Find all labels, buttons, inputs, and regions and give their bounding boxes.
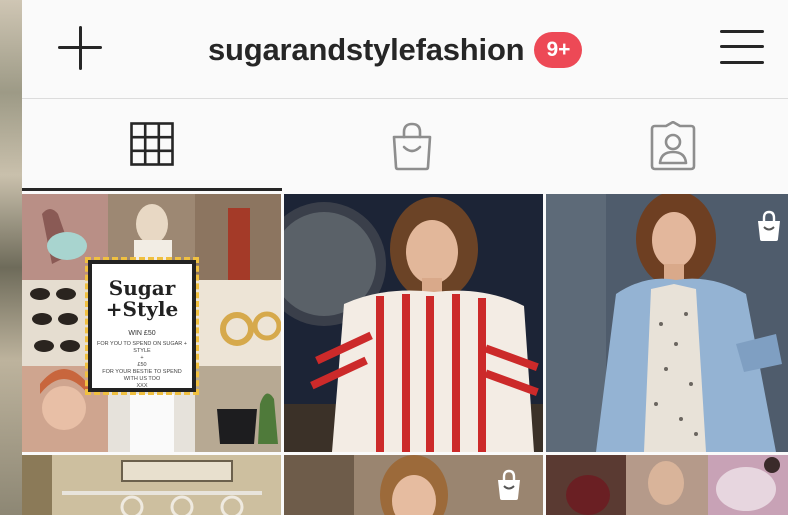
tab-posts-grid[interactable] [22,99,282,191]
post-portrait[interactable] [284,455,543,515]
shop-badge-icon [754,210,784,242]
shop-badge-icon [494,469,524,501]
post-bedroom[interactable] [22,455,281,515]
tab-tagged[interactable] [542,99,788,191]
account-switcher[interactable]: sugarandstylefashion 9+ [208,28,583,72]
post-striped-jumper[interactable] [284,194,543,452]
new-post-button[interactable] [56,24,104,72]
giveaway-details: FOR YOU TO SPEND ON SUGAR + STYLE + £50 … [96,341,187,389]
tagged-user-icon [648,121,698,171]
grid-icon [130,122,174,166]
giveaway-prize: WIN £50 [128,330,156,337]
post-giveaway[interactable]: Sugar +Style WIN £50 FOR YOU TO SPEND ON… [22,194,281,452]
post-blue-coat[interactable] [546,194,788,452]
active-tab-indicator [22,188,282,191]
profile-tabs [22,99,788,191]
post-image [284,194,543,452]
profile-header: sugarandstylefashion 9+ [22,0,788,99]
background-edge [0,0,22,515]
giveaway-card: Sugar +Style WIN £50 FOR YOU TO SPEND ON… [85,257,199,395]
tab-shop[interactable] [282,99,542,191]
post-image [546,455,788,515]
notification-badge: 9+ [534,32,583,68]
hamburger-menu-icon [720,30,764,33]
shopping-bag-icon [388,121,436,171]
post-image [22,455,281,515]
post-image [546,194,788,452]
brand-logo: Sugar +Style [105,276,179,321]
post-collage[interactable] [546,455,788,515]
menu-button[interactable] [720,26,766,68]
profile-screen: sugarandstylefashion 9+ Sugar +Style WIN… [22,0,788,515]
profile-username: sugarandstylefashion [208,32,525,67]
